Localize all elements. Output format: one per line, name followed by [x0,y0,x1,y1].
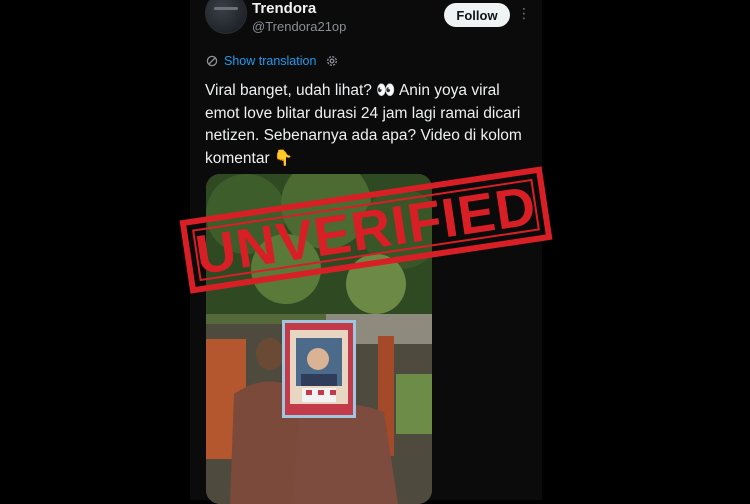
gear-icon[interactable] [325,54,339,68]
tweet-text: Viral banget, udah lihat? 👀 Anin yoya vi… [205,82,522,167]
follow-button[interactable]: Follow [444,3,510,27]
account-name[interactable]: Trendora [252,0,316,17]
more-options-icon[interactable]: ⋮ [517,6,531,20]
avatar-logo [214,7,238,10]
translation-row[interactable]: Show translation [206,53,339,69]
account-handle[interactable]: @Trendora21op [252,19,346,34]
globe-icon [206,55,218,67]
show-translation-link[interactable]: Show translation [224,54,316,68]
